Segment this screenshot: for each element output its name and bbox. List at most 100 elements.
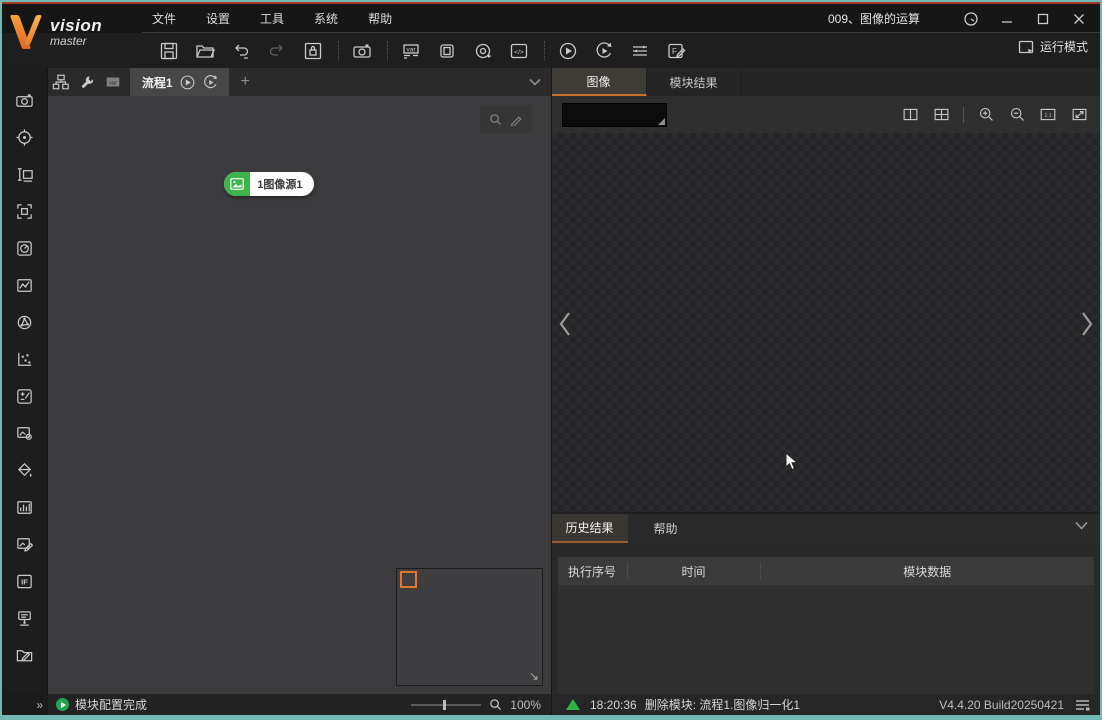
calculator-icon[interactable] (9, 382, 39, 410)
redo-icon[interactable] (262, 38, 292, 64)
history-collapse-chevron-icon[interactable] (1075, 521, 1088, 530)
script-folder-icon[interactable] (9, 641, 39, 669)
calibration-icon[interactable] (9, 234, 39, 262)
minimize-button[interactable] (994, 8, 1020, 30)
flowchart-icon[interactable] (48, 70, 74, 94)
maximize-button[interactable] (1030, 8, 1056, 30)
report-edit-icon[interactable]: F (661, 38, 691, 64)
measure-icon[interactable] (9, 160, 39, 188)
mouse-cursor (785, 452, 799, 472)
zoom-in-icon[interactable] (975, 104, 997, 126)
menu-settings[interactable]: 设置 (204, 8, 232, 29)
menu-system[interactable]: 系统 (312, 8, 340, 29)
prev-image-chevron-icon[interactable] (558, 311, 572, 337)
history-table-header: 执行序号 时间 模块数据 (557, 557, 1095, 585)
communication-net-icon[interactable] (9, 604, 39, 632)
version-text: V4.4.20 Build20250421 (939, 697, 1064, 712)
code-icon[interactable]: </> (504, 38, 534, 64)
acquisition-camera-icon[interactable] (9, 86, 39, 114)
logo-v-icon (9, 13, 46, 51)
svg-text:1:1: 1:1 (1044, 113, 1051, 119)
image-edit-icon[interactable] (9, 530, 39, 558)
close-button[interactable] (1066, 8, 1092, 30)
add-flow-button[interactable]: + (241, 73, 250, 91)
defect-histogram-icon[interactable] (9, 493, 39, 521)
point-grid-icon[interactable] (9, 345, 39, 373)
communication-icon[interactable] (468, 38, 498, 64)
main-toolbar: var </> F 运行模式 (2, 33, 1100, 68)
canvas-search-icon[interactable] (489, 113, 502, 126)
flow-run-continuous-icon[interactable] (202, 74, 219, 91)
one-to-one-icon[interactable]: 1:1 (1037, 104, 1059, 126)
run-continuous-icon[interactable] (589, 38, 619, 64)
global-trigger-icon[interactable] (625, 38, 655, 64)
canvas-edit-icon[interactable] (510, 113, 523, 126)
color-fill-icon[interactable] (9, 456, 39, 484)
menu-help[interactable]: 帮助 (366, 8, 394, 29)
menu-file[interactable]: 文件 (150, 8, 178, 29)
sidebar-collapse-button[interactable]: » (2, 694, 48, 715)
canvas-statusbar: » 模块配置完成 100% (2, 694, 551, 715)
if-logic-icon[interactable]: IF (9, 567, 39, 595)
flow-run-once-icon[interactable] (179, 74, 196, 91)
fit-window-icon[interactable] (1068, 104, 1090, 126)
grid-view-icon[interactable] (930, 104, 952, 126)
svg-text:</>: </> (514, 48, 524, 55)
minimap-resize-handle[interactable]: ↘ (529, 669, 539, 683)
3d-sphere-icon[interactable] (9, 308, 39, 336)
flow-canvas[interactable]: 1图像源1 ↘ (47, 96, 551, 694)
zoom-slider[interactable] (411, 699, 482, 710)
save-lock-icon[interactable] (298, 38, 328, 64)
frame-border-bottom (0, 715, 1102, 720)
flow-tab-label: 流程1 (141, 75, 173, 90)
variables-icon[interactable]: var (396, 38, 426, 64)
timer-icon[interactable] (958, 8, 984, 30)
titlebar: vision master 文件 设置 工具 系统 帮助 009、图像的运算 (2, 4, 1100, 49)
wrench-icon[interactable] (74, 70, 100, 94)
log-statusbar: 18:20:36 删除模块: 流程1.图像归一化1 V4.4.20 Build2… (551, 694, 1100, 715)
image-source-select[interactable] (561, 102, 667, 127)
column-module-data[interactable]: 模块数据 (761, 563, 1095, 580)
minimap-viewport[interactable] (399, 571, 417, 588)
result-tabbar: 图像 模块结果 (551, 68, 1100, 96)
viewer-toolbar: 1:1 (551, 96, 1100, 133)
open-folder-icon[interactable] (190, 38, 220, 64)
zoom-level: 100% (510, 697, 541, 712)
tab-history-result[interactable]: 历史结果 (551, 514, 628, 543)
log-list-icon[interactable] (1075, 699, 1090, 711)
flow-tabbar: var 流程1 + (47, 68, 551, 96)
run-mode-icon (1018, 40, 1034, 53)
minimap[interactable]: ↘ (395, 568, 543, 686)
flow-variables-icon[interactable]: var (100, 70, 126, 94)
run-once-icon[interactable] (553, 38, 583, 64)
alignment-contour-icon[interactable] (9, 271, 39, 299)
svg-text:var: var (109, 81, 117, 87)
image-viewer[interactable] (551, 133, 1100, 513)
tab-help[interactable]: 帮助 (628, 514, 704, 543)
node-label: 1图像源1 (257, 179, 303, 191)
location-target-icon[interactable] (9, 123, 39, 151)
module-icon[interactable] (432, 38, 462, 64)
status-play-icon (56, 698, 69, 711)
camera-icon[interactable] (347, 38, 377, 64)
tab-image[interactable]: 图像 (551, 68, 647, 96)
undo-icon[interactable] (226, 38, 256, 64)
app-logo: vision master (9, 6, 132, 58)
next-image-chevron-icon[interactable] (1080, 311, 1094, 337)
save-icon[interactable] (154, 38, 184, 64)
zoom-out-icon[interactable] (1006, 104, 1028, 126)
column-exec-index[interactable]: 执行序号 (558, 562, 628, 580)
tool-sidebar: IF (2, 68, 48, 694)
node-image-source[interactable]: 1图像源1 (223, 172, 314, 196)
column-time[interactable]: 时间 (628, 562, 761, 580)
split-view-icon[interactable] (899, 104, 921, 126)
menu-tools[interactable]: 工具 (258, 8, 286, 29)
flow-collapse-chevron-icon[interactable] (528, 78, 541, 86)
flow-tab-process1[interactable]: 流程1 (129, 68, 229, 96)
run-mode-button[interactable]: 运行模式 (1018, 38, 1088, 55)
zoom-slider-handle[interactable] (443, 699, 447, 710)
recognition-icon[interactable] (9, 197, 39, 225)
tab-module-result[interactable]: 模块结果 (646, 68, 742, 96)
image-process-gear-icon[interactable] (9, 419, 39, 447)
history-table-body[interactable] (557, 585, 1094, 694)
